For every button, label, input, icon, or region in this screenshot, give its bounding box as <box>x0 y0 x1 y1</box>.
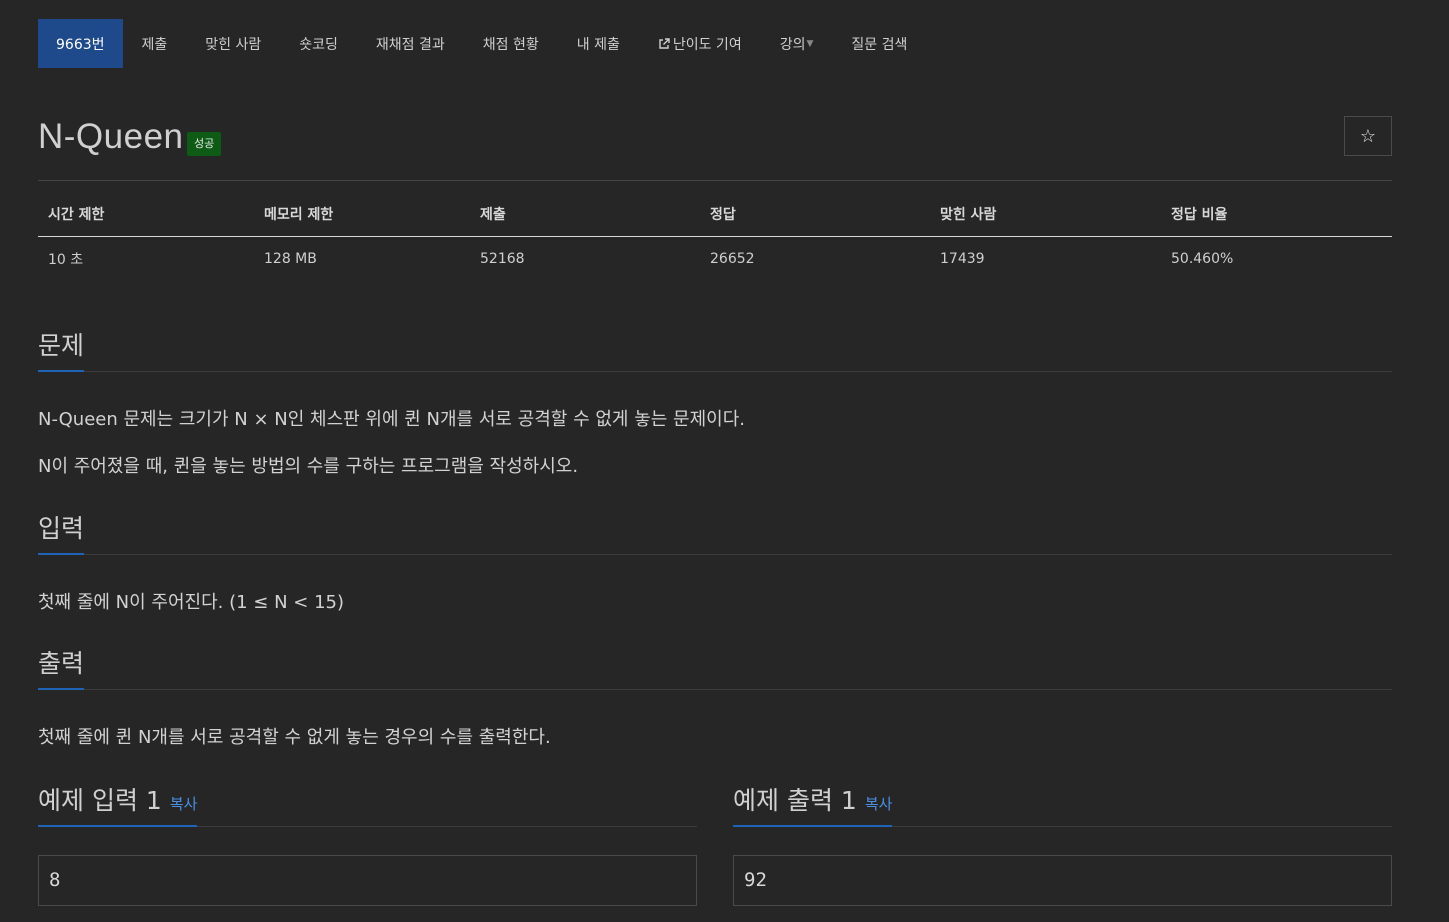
input-description: 첫째 줄에 N이 주어진다. (1 ≤ N < 15) <box>38 592 345 613</box>
nav-label: 맞힌 사람 <box>205 36 262 53</box>
problem-section-header: 문제 <box>38 326 1392 372</box>
star-icon: ☆ <box>1359 125 1377 147</box>
section-title-wrap: 예제 출력 1 복사 <box>733 781 893 827</box>
nav-label: 내 제출 <box>576 36 620 53</box>
table-header: 메모리 제한 <box>254 204 470 237</box>
copy-sample-input-button[interactable]: 복사 <box>170 795 198 813</box>
sample-input-box[interactable]: 8 <box>38 855 697 906</box>
nav-short-coding[interactable]: 숏코딩 <box>280 19 357 68</box>
sample-input-header: 예제 입력 1 복사 <box>38 781 697 827</box>
problem-description: N-Queen 문제는 크기가 N × N인 체스판 위에 퀸 N개를 서로 공… <box>38 409 746 430</box>
nav-label: 채점 현황 <box>482 36 539 53</box>
status-badge: 성공 <box>187 132 222 156</box>
nav-label: 숏코딩 <box>299 36 338 53</box>
section-title: 예제 입력 1 <box>38 786 162 815</box>
nav-label: 재채점 결과 <box>375 36 445 53</box>
memory-limit-cell: 128 MB <box>264 251 317 267</box>
nav-lectures-dropdown[interactable]: 강의 ▼ <box>761 19 833 68</box>
accepted-cell: 26652 <box>710 251 755 267</box>
caret-down-icon: ▼ <box>806 38 814 49</box>
nav-label: 강의 <box>779 36 806 53</box>
problem-title: N-Queen <box>38 117 184 156</box>
nav-problem-number[interactable]: 9663번 <box>38 19 123 68</box>
external-link-icon <box>658 38 670 49</box>
copy-sample-output-button[interactable]: 복사 <box>865 795 893 813</box>
nav-rejudge-results[interactable]: 재채점 결과 <box>357 19 464 68</box>
nav-my-submissions[interactable]: 내 제출 <box>558 19 639 68</box>
table-row: 10 초 128 MB 52168 26652 17439 50.460% <box>38 237 1392 270</box>
output-description: 첫째 줄에 퀸 N개를 서로 공격할 수 없게 놓는 경우의 수를 출력한다. <box>38 727 551 748</box>
nav-solved-users[interactable]: 맞힌 사람 <box>186 19 280 68</box>
section-title: 예제 출력 1 <box>733 786 857 815</box>
favorite-button[interactable]: ☆ <box>1344 116 1392 156</box>
nav-label: 난이도 기여 <box>672 36 742 53</box>
section-title: 입력 <box>38 509 85 555</box>
section-title: 문제 <box>38 326 85 372</box>
sample-input-value: 8 <box>49 869 61 891</box>
table-header: 시간 제한 <box>38 204 254 237</box>
problem-description: N이 주어졌을 때, 퀸을 놓는 방법의 수를 구하는 프로그램을 작성하시오. <box>38 456 579 477</box>
table-header: 맞힌 사람 <box>930 204 1161 237</box>
sample-output-value: 92 <box>744 869 767 891</box>
submissions-cell: 52168 <box>480 251 525 267</box>
table-header: 정답 <box>700 204 930 237</box>
section-title-wrap: 예제 입력 1 복사 <box>38 781 198 827</box>
nav-label: 질문 검색 <box>851 36 908 53</box>
section-title: 출력 <box>38 644 85 690</box>
accept-ratio-cell: 50.460% <box>1171 251 1234 267</box>
nav-judge-status[interactable]: 채점 현황 <box>464 19 558 68</box>
nav-submit[interactable]: 제출 <box>123 19 187 68</box>
input-section-header: 입력 <box>38 509 1392 555</box>
nav-question-search[interactable]: 질문 검색 <box>832 19 926 68</box>
nav-label: 제출 <box>141 36 168 53</box>
solved-users-cell: 17439 <box>940 251 985 267</box>
output-section-header: 출력 <box>38 644 1392 690</box>
nav-label: 9663번 <box>56 36 105 53</box>
table-header: 제출 <box>470 204 700 237</box>
table-header-row: 시간 제한 메모리 제한 제출 정답 맞힌 사람 정답 비율 <box>38 204 1392 237</box>
problem-nav: 9663번 제출 맞힌 사람 숏코딩 재채점 결과 채점 현황 내 제출 난이도… <box>38 19 926 68</box>
sample-output-header: 예제 출력 1 복사 <box>733 781 1392 827</box>
table-header: 정답 비율 <box>1161 204 1392 237</box>
sample-output-box[interactable]: 92 <box>733 855 1392 906</box>
nav-difficulty-contribution[interactable]: 난이도 기여 <box>639 19 761 68</box>
problem-header: N-Queen 성공 ☆ <box>38 112 1392 181</box>
time-limit-cell: 10 초 <box>48 252 84 268</box>
problem-info-table: 시간 제한 메모리 제한 제출 정답 맞힌 사람 정답 비율 10 초 128 … <box>38 204 1392 269</box>
